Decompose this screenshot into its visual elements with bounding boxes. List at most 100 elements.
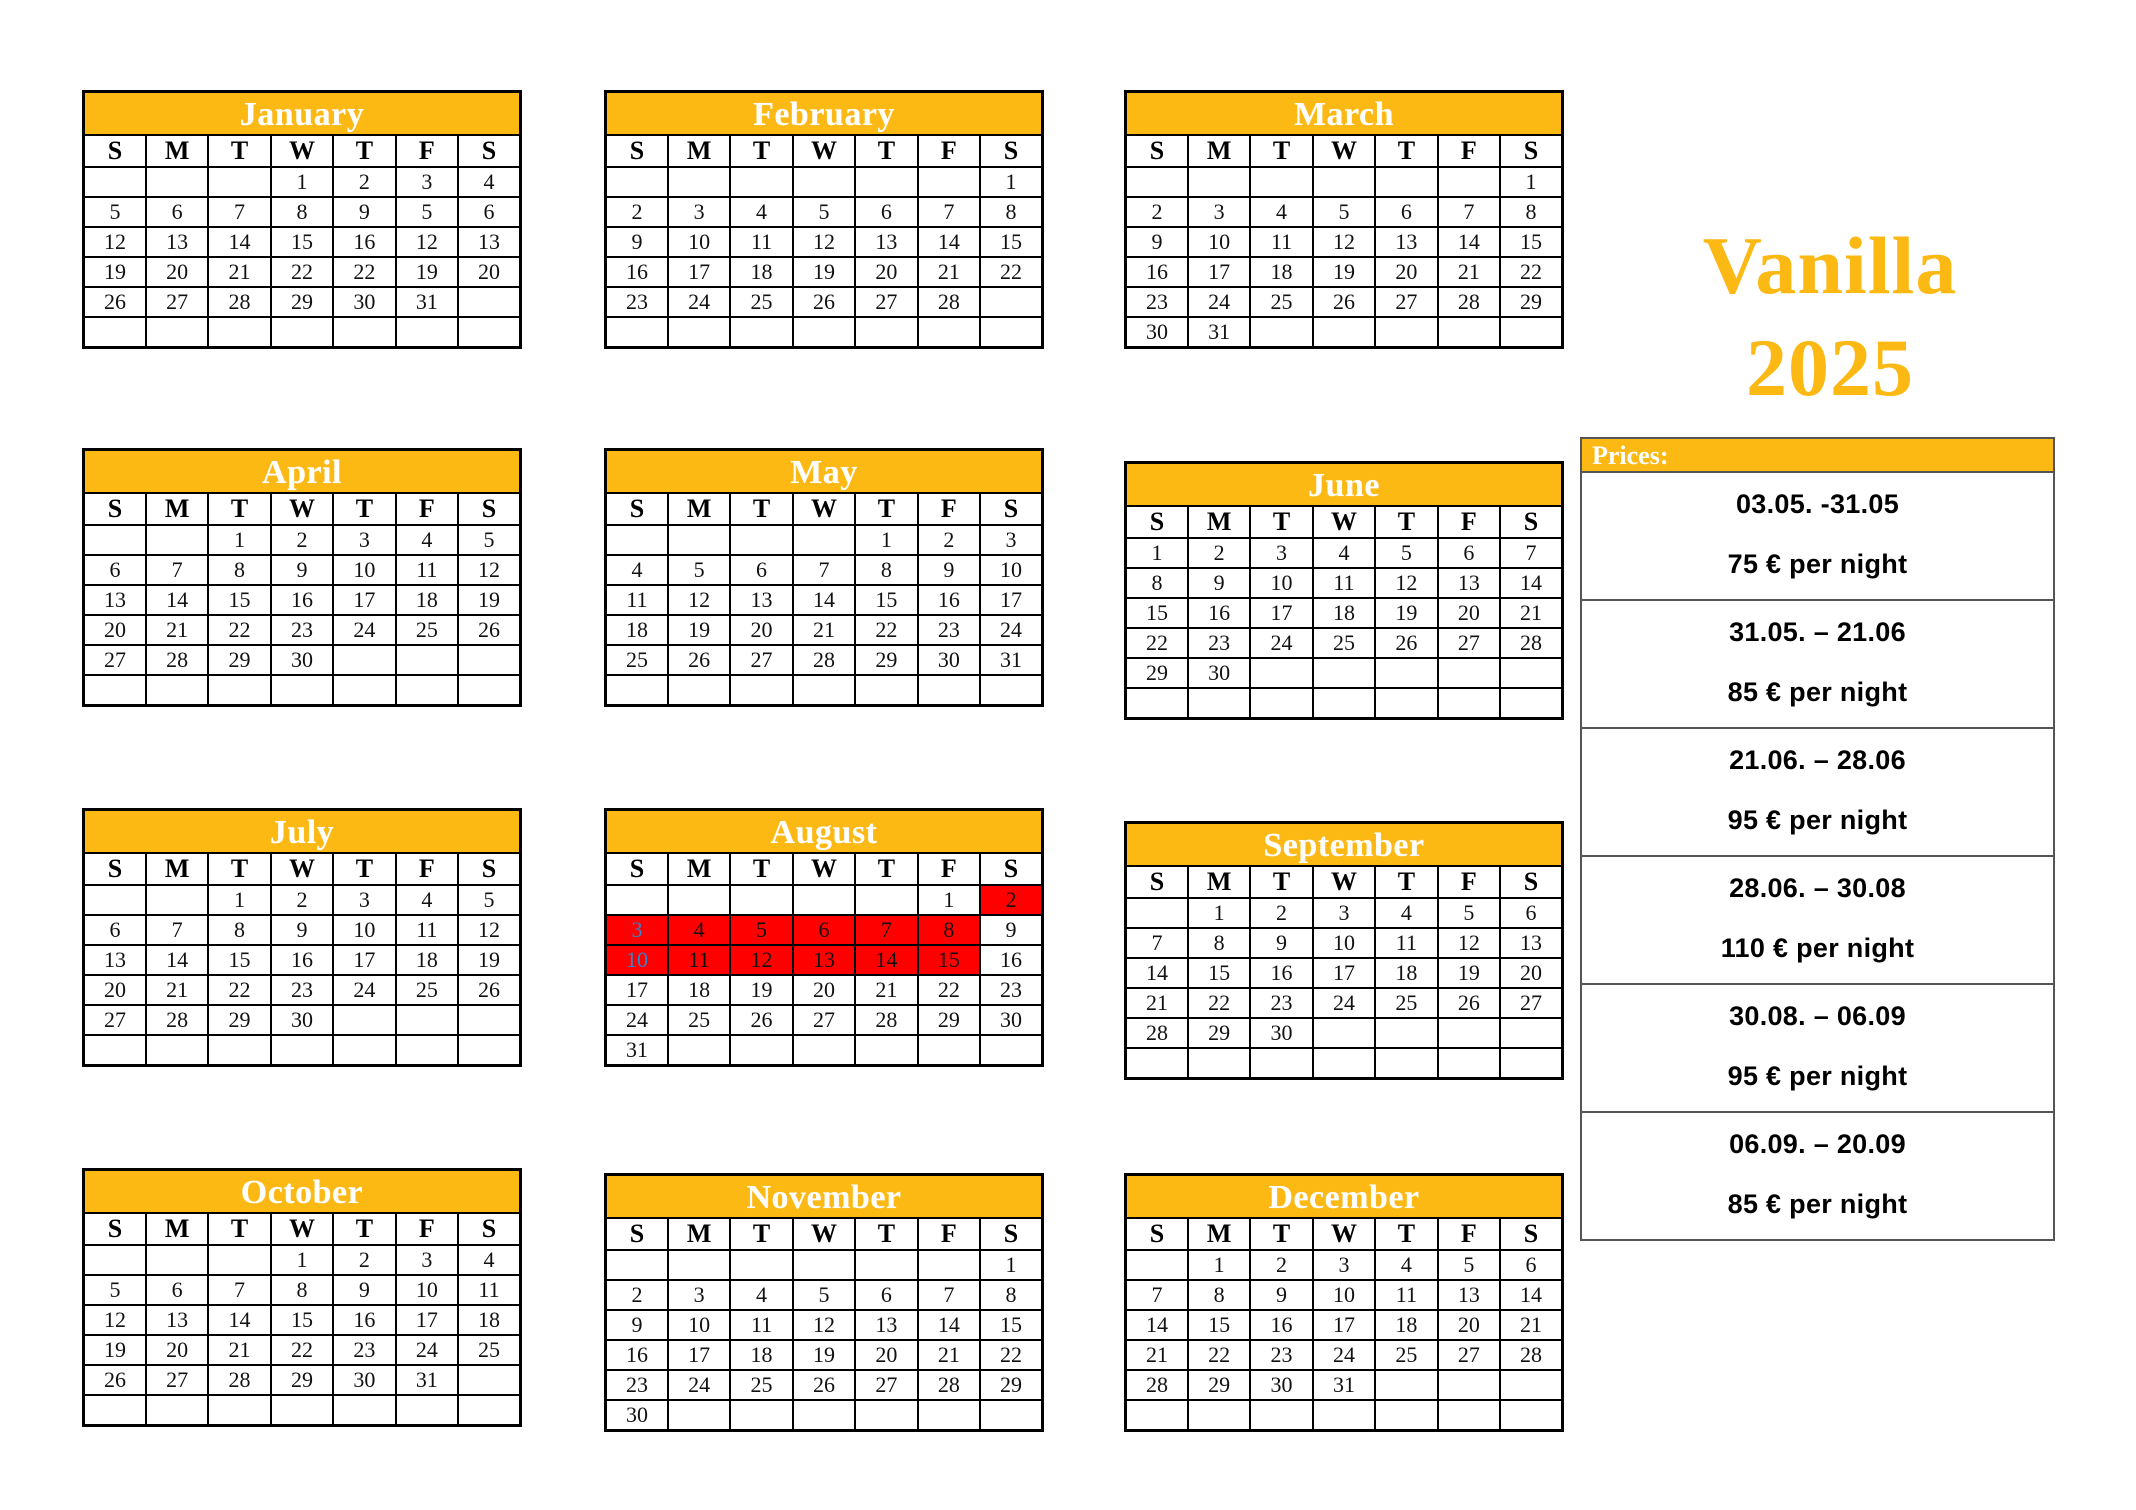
day-cell[interactable]: 8 [207, 914, 272, 946]
day-cell[interactable]: 1 [1186, 1249, 1252, 1281]
day-cell[interactable]: 21 [207, 1334, 272, 1366]
day-cell[interactable]: 6 [1499, 897, 1564, 929]
day-cell[interactable]: 31 [1186, 316, 1252, 348]
day-cell[interactable]: 31 [604, 1034, 669, 1066]
day-cell[interactable]: 26 [457, 614, 522, 646]
day-cell[interactable]: 5 [394, 196, 460, 228]
day-cell[interactable]: 29 [207, 1004, 272, 1036]
day-cell[interactable]: 28 [1436, 286, 1502, 318]
day-cell[interactable]: 3 [666, 1279, 732, 1311]
day-cell[interactable]: 14 [1436, 226, 1502, 258]
day-cell[interactable]: 22 [979, 256, 1044, 288]
day-cell[interactable]: 12 [1311, 226, 1377, 258]
day-cell[interactable]: 23 [1249, 1339, 1314, 1371]
day-cell[interactable]: 30 [1124, 316, 1189, 348]
day-cell[interactable]: 18 [729, 1339, 794, 1371]
day-cell[interactable]: 23 [332, 1334, 397, 1366]
day-cell[interactable]: 28 [1499, 1339, 1564, 1371]
day-cell[interactable]: 27 [82, 644, 147, 676]
day-cell[interactable]: 1 [979, 166, 1044, 198]
day-cell[interactable]: 9 [916, 554, 982, 586]
day-cell[interactable]: 13 [729, 584, 794, 616]
day-cell[interactable]: 30 [1249, 1017, 1314, 1049]
day-cell[interactable]: 23 [604, 1369, 669, 1401]
day-cell[interactable]: 14 [916, 1309, 982, 1341]
day-cell[interactable]: 14 [1124, 1309, 1189, 1341]
day-cell[interactable]: 26 [457, 974, 522, 1006]
day-cell[interactable]: 6 [82, 554, 147, 586]
day-cell[interactable]: 21 [791, 614, 857, 646]
day-cell[interactable]: 1 [269, 1244, 335, 1276]
day-cell[interactable]: 2 [269, 884, 335, 916]
day-cell[interactable]: 9 [1186, 567, 1252, 599]
day-cell[interactable]: 2 [1249, 1249, 1314, 1281]
day-cell[interactable]: 10 [604, 944, 669, 976]
day-cell[interactable]: 7 [1124, 927, 1189, 959]
day-cell[interactable]: 3 [1311, 1249, 1377, 1281]
day-cell[interactable]: 10 [666, 226, 732, 258]
day-cell[interactable]: 2 [269, 524, 335, 556]
day-cell[interactable]: 24 [1186, 286, 1252, 318]
day-cell[interactable]: 20 [1436, 1309, 1502, 1341]
day-cell[interactable]: 1 [916, 884, 982, 916]
day-cell[interactable]: 14 [1124, 957, 1189, 989]
day-cell[interactable]: 10 [1186, 226, 1252, 258]
day-cell[interactable]: 14 [1499, 567, 1564, 599]
day-cell[interactable]: 8 [1124, 567, 1189, 599]
day-cell[interactable]: 1 [207, 524, 272, 556]
day-cell[interactable]: 10 [332, 914, 397, 946]
day-cell[interactable]: 22 [916, 974, 982, 1006]
day-cell[interactable]: 2 [604, 1279, 669, 1311]
day-cell[interactable]: 8 [207, 554, 272, 586]
day-cell[interactable]: 27 [144, 286, 210, 318]
day-cell[interactable]: 6 [82, 914, 147, 946]
day-cell[interactable]: 29 [1124, 657, 1189, 689]
day-cell[interactable]: 16 [332, 226, 397, 258]
day-cell[interactable]: 10 [1249, 567, 1314, 599]
day-cell[interactable]: 30 [1249, 1369, 1314, 1401]
day-cell[interactable]: 30 [269, 644, 335, 676]
day-cell[interactable]: 14 [144, 944, 210, 976]
day-cell[interactable]: 16 [604, 256, 669, 288]
day-cell[interactable]: 14 [207, 1304, 272, 1336]
day-cell[interactable]: 7 [207, 196, 272, 228]
day-cell[interactable]: 20 [144, 256, 210, 288]
day-cell[interactable]: 18 [1249, 256, 1314, 288]
day-cell[interactable]: 11 [604, 584, 669, 616]
day-cell[interactable]: 26 [1311, 286, 1377, 318]
day-cell[interactable]: 11 [729, 1309, 794, 1341]
day-cell[interactable]: 12 [82, 1304, 147, 1336]
day-cell[interactable]: 22 [269, 256, 335, 288]
day-cell[interactable]: 20 [82, 614, 147, 646]
day-cell[interactable]: 22 [1186, 1339, 1252, 1371]
day-cell[interactable]: 25 [604, 644, 669, 676]
day-cell[interactable]: 28 [916, 286, 982, 318]
day-cell[interactable]: 6 [1499, 1249, 1564, 1281]
day-cell[interactable]: 5 [729, 914, 794, 946]
day-cell[interactable]: 18 [604, 614, 669, 646]
day-cell[interactable]: 15 [1186, 1309, 1252, 1341]
day-cell[interactable]: 27 [144, 1364, 210, 1396]
day-cell[interactable]: 8 [1186, 927, 1252, 959]
day-cell[interactable]: 29 [1499, 286, 1564, 318]
day-cell[interactable]: 15 [1186, 957, 1252, 989]
day-cell[interactable]: 21 [1124, 1339, 1189, 1371]
day-cell[interactable]: 12 [1436, 927, 1502, 959]
day-cell[interactable]: 20 [1499, 957, 1564, 989]
day-cell[interactable]: 26 [791, 286, 857, 318]
day-cell[interactable]: 6 [457, 196, 522, 228]
day-cell[interactable]: 18 [729, 256, 794, 288]
day-cell[interactable]: 1 [269, 166, 335, 198]
day-cell[interactable]: 6 [1374, 196, 1439, 228]
day-cell[interactable]: 4 [1374, 1249, 1439, 1281]
day-cell[interactable]: 4 [604, 554, 669, 586]
day-cell[interactable]: 28 [791, 644, 857, 676]
day-cell[interactable]: 13 [1499, 927, 1564, 959]
day-cell[interactable]: 2 [1186, 537, 1252, 569]
day-cell[interactable]: 14 [916, 226, 982, 258]
day-cell[interactable]: 11 [1374, 1279, 1439, 1311]
day-cell[interactable]: 27 [729, 644, 794, 676]
day-cell[interactable]: 23 [979, 974, 1044, 1006]
day-cell[interactable]: 16 [1186, 597, 1252, 629]
day-cell[interactable]: 18 [457, 1304, 522, 1336]
